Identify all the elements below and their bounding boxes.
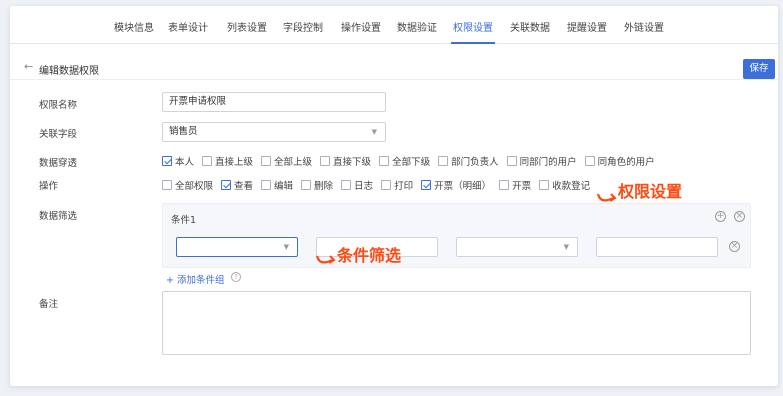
- tab-permission-settings[interactable]: 权限设置: [453, 19, 493, 34]
- page-header: ← 编辑数据权限 保存: [10, 54, 778, 80]
- add-circle-icon[interactable]: +: [715, 211, 726, 222]
- data-filter-label: 数据筛选: [39, 211, 78, 222]
- remark-label: 备注: [39, 299, 59, 310]
- annotation-arrow-icon: [315, 255, 336, 264]
- page-title: 编辑数据权限: [39, 66, 99, 77]
- checkbox-icon[interactable]: [162, 156, 172, 166]
- top-nav: 模块信息 表单设计 列表设置 字段控制 操作设置 数据验证 权限设置 关联数据 …: [10, 6, 778, 44]
- app-window: 模块信息 表单设计 列表设置 字段控制 操作设置 数据验证 权限设置 关联数据 …: [10, 6, 778, 386]
- option-all-superiors[interactable]: 全部上级: [261, 154, 312, 168]
- condition-value-select[interactable]: ▼: [456, 237, 578, 257]
- option-view[interactable]: 查看: [221, 178, 253, 192]
- checkbox-icon[interactable]: [421, 180, 432, 190]
- related-field-value: 销售员: [169, 126, 198, 137]
- option-invoice-detail[interactable]: 开票（明细）: [421, 178, 491, 192]
- option-invoice[interactable]: 开票: [499, 178, 531, 192]
- add-condition-group-link[interactable]: + 添加条件组: [166, 272, 224, 286]
- close-circle-icon[interactable]: ×: [734, 211, 745, 222]
- tab-field-control[interactable]: 字段控制: [283, 19, 323, 34]
- option-dept-head[interactable]: 部门负责人: [438, 154, 499, 168]
- tab-form-design[interactable]: 表单设计: [168, 19, 208, 34]
- chevron-down-icon: ▼: [283, 243, 289, 251]
- option-same-dept-users[interactable]: 同部门的用户: [506, 154, 577, 168]
- option-payment-registration[interactable]: 收款登记: [539, 178, 590, 192]
- annotation-permission-settings: 权限设置: [618, 182, 683, 201]
- checkbox-icon[interactable]: [320, 156, 331, 166]
- related-field-select[interactable]: 销售员 ▼: [162, 122, 386, 142]
- tab-data-validation[interactable]: 数据验证: [397, 19, 437, 34]
- tab-operation-settings[interactable]: 操作设置: [341, 19, 381, 34]
- arrow-left-icon[interactable]: ←: [24, 60, 33, 73]
- condition-field-select[interactable]: ▼: [176, 237, 298, 257]
- option-direct-superior[interactable]: 直接上级: [202, 154, 253, 168]
- option-print[interactable]: 打印: [381, 178, 413, 192]
- save-button[interactable]: 保存: [743, 59, 775, 79]
- tab-related-data[interactable]: 关联数据: [510, 19, 550, 34]
- option-all-permissions[interactable]: 全部权限: [162, 178, 213, 192]
- option-edit[interactable]: 编辑: [261, 178, 293, 192]
- option-all-subordinates[interactable]: 全部下级: [379, 154, 430, 168]
- checkbox-icon[interactable]: [379, 156, 390, 166]
- remark-textarea[interactable]: [162, 291, 751, 355]
- option-same-role-users[interactable]: 同角色的用户: [584, 154, 655, 168]
- chevron-down-icon: ▼: [563, 243, 569, 251]
- tab-list-settings[interactable]: 列表设置: [227, 19, 267, 34]
- help-icon[interactable]: ?: [231, 272, 241, 282]
- operations-label: 操作: [39, 181, 59, 192]
- option-self[interactable]: 本人: [162, 154, 194, 168]
- checkbox-icon[interactable]: [539, 180, 550, 190]
- tab-external-link-settings[interactable]: 外链设置: [624, 19, 664, 34]
- tab-module-info[interactable]: 模块信息: [114, 19, 154, 34]
- tab-reminder-settings[interactable]: 提醒设置: [567, 19, 607, 34]
- operations-options: 全部权限 查看 编辑 删除 日志 打印 开票（明细） 开票 收款登记: [162, 178, 598, 192]
- option-log[interactable]: 日志: [341, 178, 373, 192]
- condition-group: 条件1 + × ▼ ▼ ×: [162, 203, 751, 268]
- permission-name-input[interactable]: 开票申请权限: [162, 92, 386, 112]
- annotation-condition-filter: 条件筛选: [337, 246, 402, 265]
- checkbox-icon[interactable]: [438, 156, 449, 166]
- permission-name-label: 权限名称: [39, 100, 78, 111]
- checkbox-icon[interactable]: [261, 180, 272, 190]
- related-field-label: 关联字段: [39, 129, 78, 140]
- checkbox-icon[interactable]: [381, 180, 392, 190]
- active-tab-indicator: [451, 42, 495, 44]
- checkbox-icon[interactable]: [584, 156, 595, 166]
- chevron-down-icon: ▼: [371, 128, 377, 136]
- data-penetration-label: 数据穿透: [39, 158, 78, 169]
- condition-value-input[interactable]: [596, 237, 718, 257]
- condition-title: 条件1: [171, 215, 197, 226]
- checkbox-icon[interactable]: [341, 180, 352, 190]
- checkbox-icon[interactable]: [301, 180, 312, 190]
- checkbox-icon[interactable]: [162, 180, 172, 190]
- option-direct-subordinate[interactable]: 直接下级: [320, 154, 371, 168]
- remove-condition-icon[interactable]: ×: [729, 241, 740, 252]
- checkbox-icon[interactable]: [202, 156, 213, 166]
- checkbox-icon[interactable]: [499, 180, 510, 190]
- option-delete[interactable]: 删除: [301, 178, 333, 192]
- data-penetration-options: 本人 直接上级 全部上级 直接下级 全部下级 部门负责人 同部门的用户 同角色的…: [162, 154, 663, 168]
- annotation-arrow-icon: [596, 193, 617, 202]
- checkbox-icon[interactable]: [506, 156, 517, 166]
- checkbox-icon[interactable]: [261, 156, 272, 166]
- checkbox-icon[interactable]: [221, 180, 232, 190]
